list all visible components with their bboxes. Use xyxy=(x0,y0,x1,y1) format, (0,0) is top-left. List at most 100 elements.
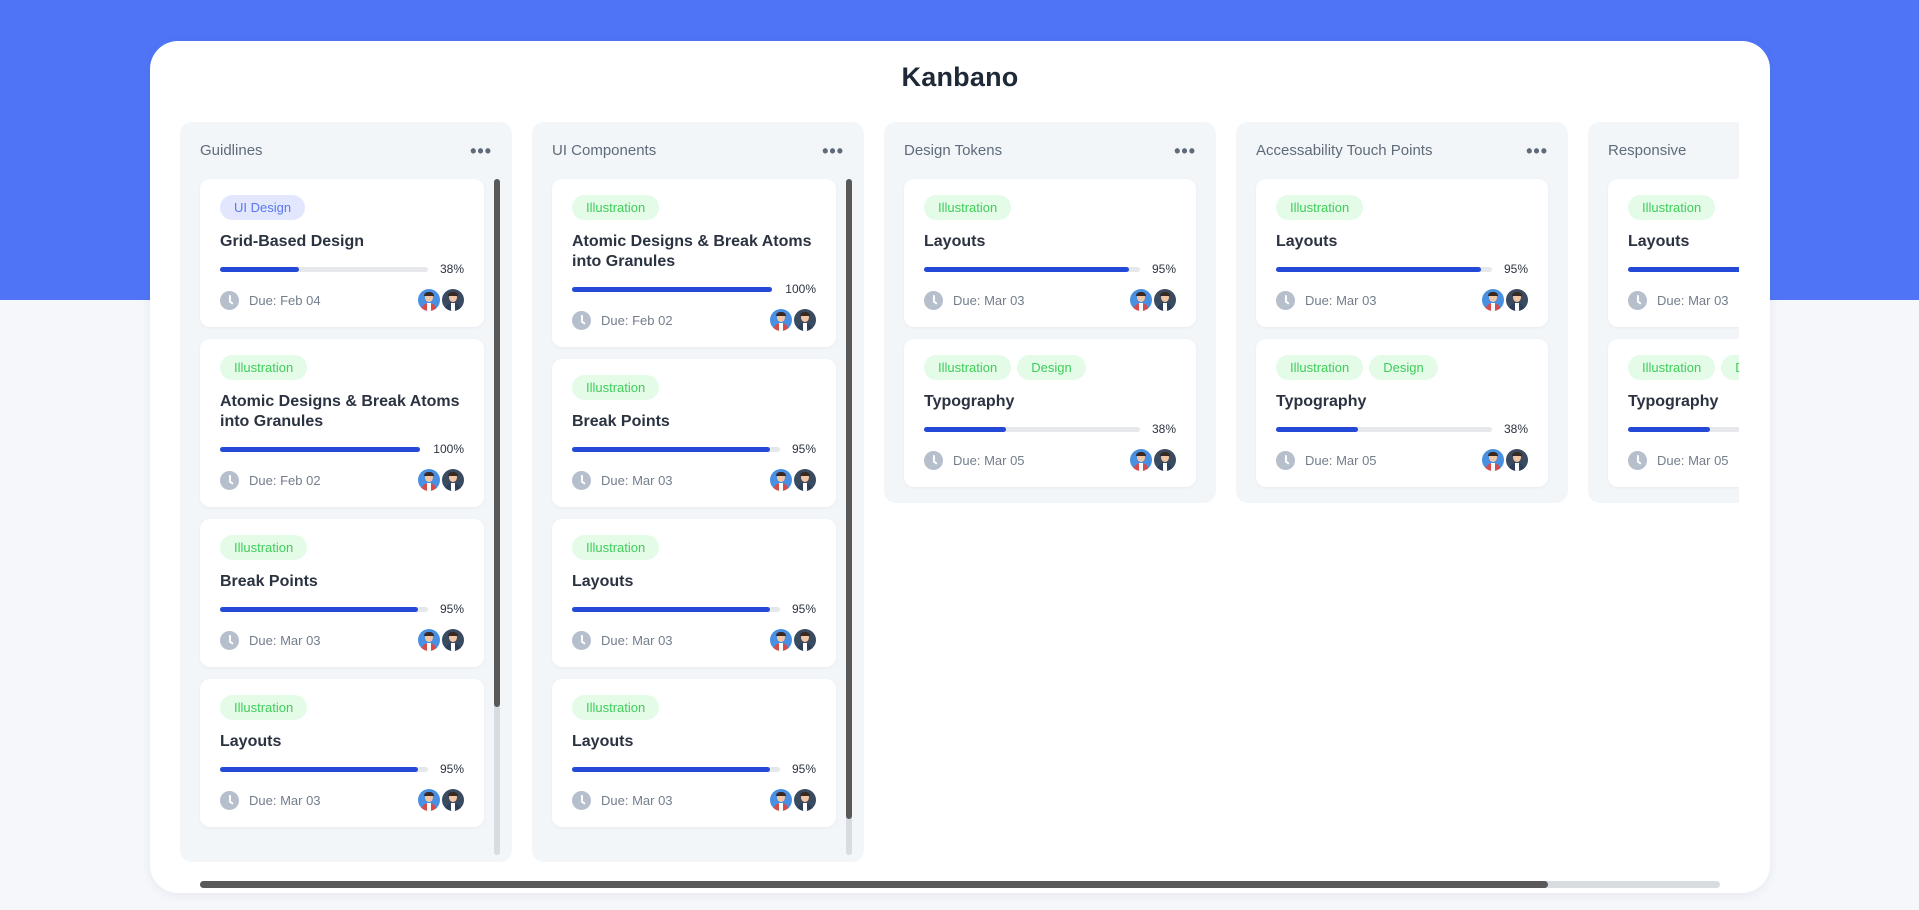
avatar[interactable] xyxy=(794,309,816,331)
due-date: Due: Feb 02 xyxy=(572,310,673,330)
progress-value: 95% xyxy=(791,442,816,456)
due-date: Due: Mar 03 xyxy=(1628,290,1729,310)
task-card[interactable]: Illustration Break Points 95% Due: Mar 03 xyxy=(552,359,836,507)
avatar[interactable] xyxy=(1482,449,1504,471)
due-date: Due: Mar 03 xyxy=(220,630,321,650)
clock-icon xyxy=(924,290,943,310)
task-card[interactable]: Illustration Layouts 95% Due: Mar 03 xyxy=(1256,179,1548,327)
clock-icon xyxy=(572,790,591,810)
clock-icon xyxy=(572,470,591,490)
avatar[interactable] xyxy=(1154,289,1176,311)
task-card[interactable]: IllustrationDesignTypography38%Due: Mar … xyxy=(904,339,1196,487)
kanban-column: Accessability Touch Points ••• Illustratio… xyxy=(1236,122,1568,503)
column-scrollbar[interactable] xyxy=(846,179,852,855)
progress-bar-fill xyxy=(572,766,770,772)
more-horizontal-icon[interactable]: ••• xyxy=(1174,142,1196,160)
task-card[interactable]: Illustration Layouts 95% Due: Mar 03 xyxy=(552,679,836,827)
tag-badge: Illustration xyxy=(924,355,1012,380)
column-scrollbar-thumb[interactable] xyxy=(494,179,500,707)
progress-bar xyxy=(220,606,428,612)
task-card[interactable]: IllustrationDesignTypography38%Due: Mar … xyxy=(1256,339,1548,487)
more-horizontal-icon[interactable]: ••• xyxy=(470,142,492,160)
avatar[interactable] xyxy=(770,629,792,651)
progress-bar-fill xyxy=(220,266,300,272)
assignee-avatars xyxy=(418,789,464,811)
avatar[interactable] xyxy=(418,789,440,811)
card-title: Atomic Designs & Break Atoms into Granul… xyxy=(220,393,460,430)
task-card[interactable]: Illustration Layouts 95% Due: Mar 03 xyxy=(1608,179,1739,327)
tag-badge: Illustration xyxy=(572,195,660,220)
tag-badge: Illustration xyxy=(572,375,660,400)
progress-bar xyxy=(572,286,772,292)
task-card[interactable]: Illustration Break Points 95% Due: Mar 03 xyxy=(200,519,484,667)
due-date: Due: Mar 03 xyxy=(572,790,673,810)
avatar[interactable] xyxy=(1130,289,1152,311)
column-header: Guidlines ••• xyxy=(180,122,512,179)
avatar[interactable] xyxy=(1506,449,1528,471)
avatar[interactable] xyxy=(770,309,792,331)
card-title: Break Points xyxy=(572,413,670,430)
card-title: Grid-Based Design xyxy=(220,233,365,250)
more-horizontal-icon[interactable]: ••• xyxy=(1526,142,1548,160)
avatar[interactable] xyxy=(794,469,816,491)
tag-badge: Illustration xyxy=(572,535,660,560)
avatar[interactable] xyxy=(418,469,440,491)
task-card[interactable]: Illustration Layouts 95% Due: Mar 03 xyxy=(200,679,484,827)
due-date-label: Due: Mar 05 xyxy=(1305,452,1377,468)
progress-bar-fill xyxy=(220,606,418,612)
tag-badge: Illustration xyxy=(220,355,308,380)
column-card-list: IllustrationLayouts95%Due: Mar 03Illustr… xyxy=(884,179,1216,503)
task-card[interactable]: UI Design Grid-Based Design 38% Due: Feb 04 xyxy=(200,179,484,327)
card-title: Break Points xyxy=(220,573,318,590)
tag-list: IllustrationDesign xyxy=(1276,355,1528,380)
task-card[interactable]: Illustration Atomic Designs & Break Atoms… xyxy=(552,179,836,347)
clock-icon xyxy=(1276,450,1295,470)
progress-row: 95% xyxy=(572,602,816,616)
avatar[interactable] xyxy=(442,289,464,311)
card-title: Typography xyxy=(924,393,1015,410)
due-date: Due: Mar 03 xyxy=(572,630,673,650)
task-card[interactable]: IllustrationDesignTypography38%Due: Mar … xyxy=(1608,339,1739,487)
avatar[interactable] xyxy=(442,469,464,491)
due-date-label: Due: Feb 02 xyxy=(249,472,321,488)
avatar[interactable] xyxy=(770,469,792,491)
avatar[interactable] xyxy=(418,629,440,651)
avatar[interactable] xyxy=(794,629,816,651)
due-date-label: Due: Mar 03 xyxy=(601,472,673,488)
horizontal-scrollbar[interactable] xyxy=(200,881,1720,888)
task-card[interactable]: Illustration Layouts 95% Due: Mar 03 xyxy=(552,519,836,667)
column-scrollbar[interactable] xyxy=(494,179,500,855)
avatar[interactable] xyxy=(1154,449,1176,471)
due-date: Due: Feb 04 xyxy=(220,290,321,310)
horizontal-scrollbar-thumb[interactable] xyxy=(200,881,1548,888)
clock-icon xyxy=(220,290,239,310)
kanban-column: Design Tokens ••• Illustration Layouts 95% Du… xyxy=(884,122,1216,503)
kanban-board: Kanbano Guidlines ••• UI Design Grid-Based … xyxy=(150,41,1770,893)
avatar[interactable] xyxy=(770,789,792,811)
progress-bar-fill xyxy=(220,766,418,772)
avatar[interactable] xyxy=(1482,289,1504,311)
progress-row: 95% xyxy=(572,762,816,776)
column-title: Responsive xyxy=(1608,142,1687,159)
avatar[interactable] xyxy=(442,629,464,651)
avatar[interactable] xyxy=(442,789,464,811)
avatar[interactable] xyxy=(1506,289,1528,311)
due-date-label: Due: Feb 02 xyxy=(601,312,673,328)
task-card[interactable]: Illustration Atomic Designs & Break Atoms… xyxy=(200,339,484,507)
avatar[interactable] xyxy=(418,289,440,311)
clock-icon xyxy=(1628,450,1647,470)
more-horizontal-icon[interactable]: ••• xyxy=(822,142,844,160)
column-card-list: IllustrationLayouts95%Due: Mar 03Illustr… xyxy=(1236,179,1568,503)
avatar[interactable] xyxy=(1130,449,1152,471)
column-scrollbar-thumb[interactable] xyxy=(846,179,852,819)
tag-list: Illustration xyxy=(572,375,816,400)
progress-value: 100% xyxy=(785,282,816,296)
progress-bar xyxy=(924,426,1140,432)
card-title: Atomic Designs & Break Atoms into Granul… xyxy=(572,233,812,270)
avatar[interactable] xyxy=(794,789,816,811)
progress-bar xyxy=(220,446,420,452)
progress-row: 100% xyxy=(220,442,464,456)
task-card[interactable]: Illustration Layouts 95% Due: Mar 03 xyxy=(904,179,1196,327)
card-footer: Due: Mar 03 xyxy=(1628,289,1739,311)
progress-bar xyxy=(1628,266,1739,272)
